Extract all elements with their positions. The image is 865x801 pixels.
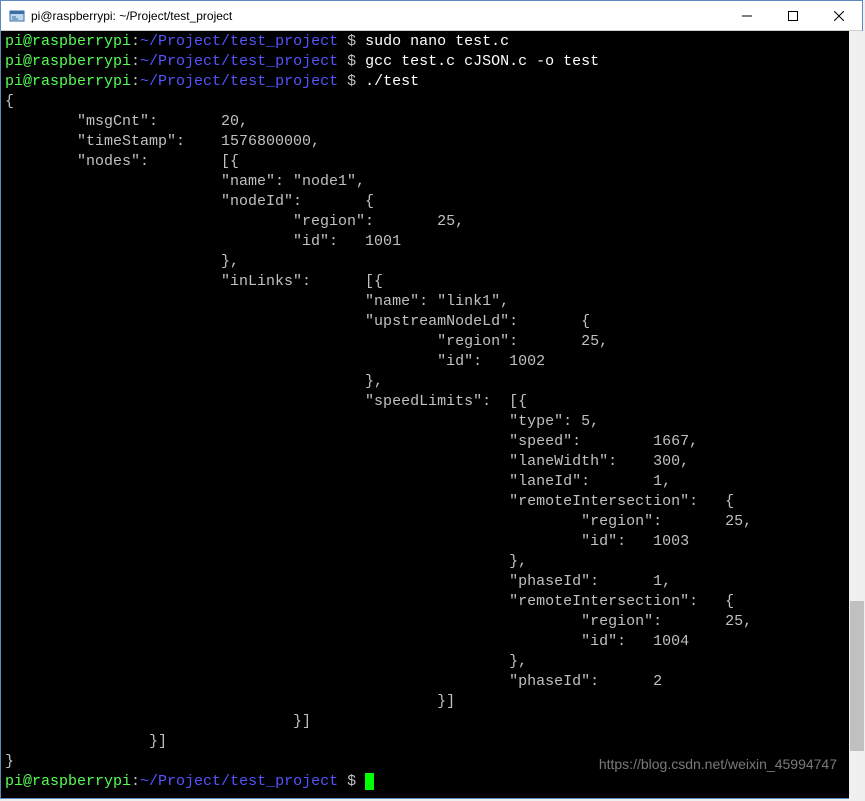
watermark: https://blog.csdn.net/weixin_45994747 [599,754,837,774]
output-block: { "msgCnt": 20, "timeStamp": 1576800000,… [5,93,752,770]
prompt-colon: : [131,73,140,90]
prompt-dollar: $ [338,773,365,790]
terminal-body[interactable]: pi@raspberrypi:~/Project/test_project $ … [1,31,862,798]
prompt-user: pi@raspberrypi [5,73,131,90]
window-controls [724,1,862,30]
prompt-user: pi@raspberrypi [5,53,131,70]
scrollbar-thumb[interactable] [850,601,864,751]
prompt-path: ~/Project/test_project [140,53,338,70]
command-3: ./test [365,73,419,90]
minimize-button[interactable] [724,1,770,30]
prompt-dollar: $ [338,73,365,90]
window-frame: pi@raspberrypi: ~/Project/test_project p… [0,0,863,799]
command-1: sudo nano test.c [365,33,509,50]
prompt-path: ~/Project/test_project [140,33,338,50]
prompt-user: pi@raspberrypi [5,773,131,790]
prompt-dollar: $ [338,53,365,70]
prompt-colon: : [131,53,140,70]
title-bar[interactable]: pi@raspberrypi: ~/Project/test_project [1,1,862,31]
maximize-button[interactable] [770,1,816,30]
app-icon [9,8,25,24]
close-button[interactable] [816,1,862,30]
window-title: pi@raspberrypi: ~/Project/test_project [31,9,724,23]
prompt-dollar: $ [338,33,365,50]
prompt-user: pi@raspberrypi [5,33,131,50]
prompt-colon: : [131,773,140,790]
cursor [365,773,374,790]
prompt-colon: : [131,33,140,50]
prompt-path: ~/Project/test_project [140,73,338,90]
prompt-path: ~/Project/test_project [140,773,338,790]
command-2: gcc test.c cJSON.c -o test [365,53,599,70]
vertical-scrollbar[interactable] [849,31,865,800]
